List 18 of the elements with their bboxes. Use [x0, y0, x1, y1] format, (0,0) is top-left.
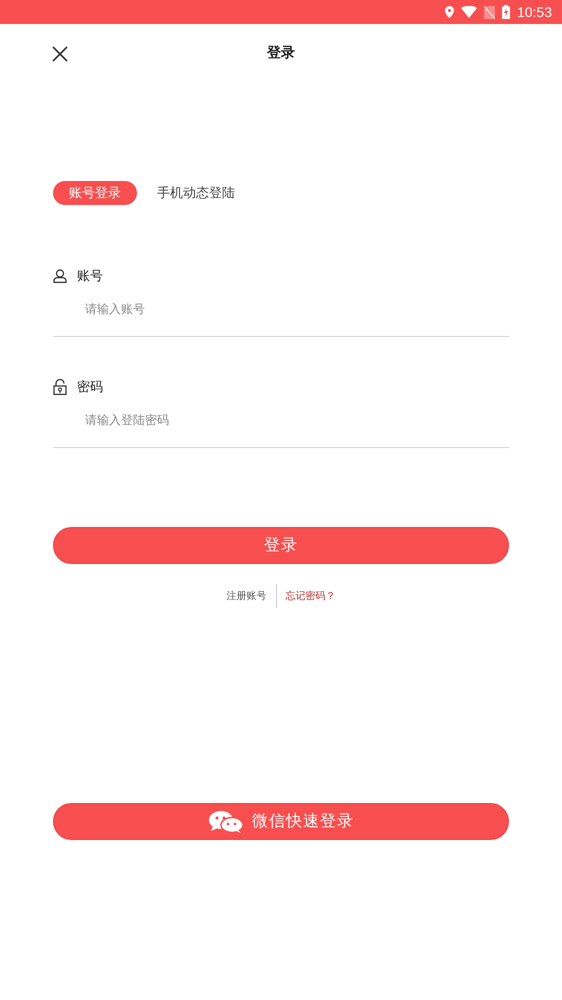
register-link[interactable]: 注册账号 — [218, 589, 276, 603]
wechat-login-button[interactable]: 微信快速登录 — [53, 803, 509, 840]
battery-charging-icon — [502, 5, 510, 19]
page-title: 登录 — [267, 44, 295, 62]
forgot-password-link[interactable]: 忘记密码？ — [276, 589, 344, 603]
login-button[interactable]: 登录 — [53, 527, 509, 564]
no-sim-icon — [484, 6, 495, 18]
login-tab[interactable]: 手机动态登陆 — [157, 181, 235, 205]
wifi-icon — [460, 6, 477, 18]
status-time: 10:53 — [516, 4, 552, 20]
chat-bubbles-icon — [208, 810, 244, 832]
user-icon — [53, 269, 67, 283]
lock-icon — [53, 379, 67, 395]
location-icon — [444, 6, 454, 18]
login-tab[interactable]: 账号登录 — [53, 181, 137, 205]
field-label: 账号 — [77, 268, 103, 285]
close-button[interactable] — [52, 46, 68, 62]
field-label: 密码 — [77, 379, 103, 396]
